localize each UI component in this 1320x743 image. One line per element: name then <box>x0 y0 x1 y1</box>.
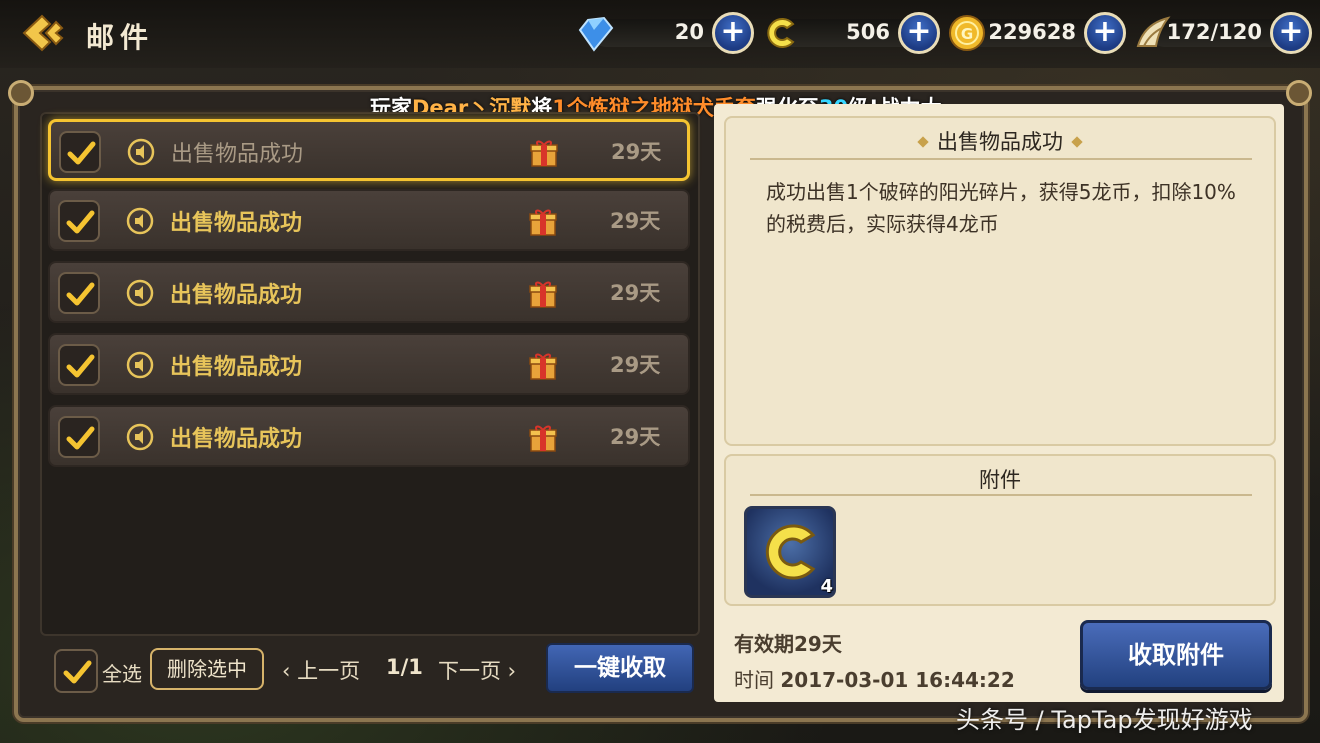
frame-ornament <box>1286 80 1312 106</box>
mail-checkbox[interactable] <box>59 131 101 173</box>
gift-icon <box>529 281 557 308</box>
next-page-button[interactable]: 下一页 › <box>438 655 516 685</box>
gold-coin-icon: G <box>949 15 985 51</box>
attachment-count: 4 <box>820 576 833 597</box>
select-all-checkbox[interactable] <box>54 649 98 693</box>
gift-icon <box>529 425 557 452</box>
checkmark-icon <box>66 426 95 450</box>
speaker-icon <box>126 207 154 235</box>
mail-time: 时间 2017-03-01 16:44:22 <box>734 668 1015 692</box>
checkmark-icon <box>66 354 95 378</box>
back-arrow-icon <box>22 14 64 52</box>
mail-content-box: 出售物品成功 成功出售1个破碎的阳光碎片，获得5龙币，扣除10%的税费后，实际获… <box>724 116 1276 446</box>
attachment-item[interactable]: 4 <box>744 506 836 598</box>
back-button[interactable] <box>22 14 64 52</box>
mail-checkbox[interactable] <box>58 416 100 458</box>
mail-row[interactable]: 出售物品成功 29天 <box>48 333 690 395</box>
select-all-label: 全选 <box>102 662 142 686</box>
diamond-ornament-icon <box>1071 136 1083 148</box>
diamond-ornament-icon <box>917 136 929 148</box>
divider <box>750 494 1252 496</box>
attachment-box: 附件 4 <box>724 454 1276 606</box>
page-indicator: 1/1 <box>386 655 423 679</box>
top-bar: 邮件 20 + 506 + G 229628 + 172/120 + <box>0 0 1320 68</box>
mail-days-remaining: 29天 <box>611 140 662 164</box>
stamina-value: 172/120 <box>1166 20 1262 44</box>
collect-attachment-button[interactable]: 收取附件 <box>1080 620 1272 690</box>
validity-text: 有效期29天 <box>734 632 842 656</box>
frame-ornament <box>8 80 34 106</box>
checkmark-icon <box>63 660 92 684</box>
mail-title: 出售物品成功 <box>170 355 303 380</box>
divider <box>750 158 1252 160</box>
mail-days-remaining: 29天 <box>610 281 661 305</box>
speaker-icon <box>126 279 154 307</box>
mail-checkbox[interactable] <box>58 272 100 314</box>
mail-title: 出售物品成功 <box>171 142 304 167</box>
speaker-icon <box>126 423 154 451</box>
dragon-coin-resource: 506 + <box>760 12 940 54</box>
mail-row[interactable]: 出售物品成功 29天 <box>48 189 690 251</box>
mail-detail-title: 出售物品成功 <box>726 126 1274 156</box>
speaker-icon <box>126 351 154 379</box>
diamond-resource: 20 + <box>574 12 754 54</box>
gift-icon <box>529 353 557 380</box>
mail-days-remaining: 29天 <box>610 353 661 377</box>
mail-row[interactable]: 出售物品成功 29天 <box>48 405 690 467</box>
mail-row[interactable]: 出售物品成功 29天 <box>48 261 690 323</box>
checkmark-icon <box>66 210 95 234</box>
add-stamina-button[interactable]: + <box>1270 12 1312 54</box>
mail-title: 出售物品成功 <box>170 211 303 236</box>
dragon-coin-value: 506 <box>846 20 890 44</box>
gift-icon <box>530 140 558 167</box>
add-dragon-coin-button[interactable]: + <box>898 12 940 54</box>
prev-page-button[interactable]: ‹ 上一页 <box>282 655 360 685</box>
collect-all-button[interactable]: 一键收取 <box>546 643 694 693</box>
page-title: 邮件 <box>86 21 155 54</box>
diamond-value: 20 <box>674 20 704 44</box>
mail-title: 出售物品成功 <box>170 283 303 308</box>
checkmark-icon <box>66 282 95 306</box>
dragon-coin-icon <box>767 18 795 48</box>
mail-checkbox[interactable] <box>58 344 100 386</box>
svg-text:G: G <box>961 25 973 43</box>
add-gold-button[interactable]: + <box>1084 12 1126 54</box>
add-diamond-button[interactable]: + <box>712 12 754 54</box>
mail-days-remaining: 29天 <box>610 425 661 449</box>
mail-days-remaining: 29天 <box>610 209 661 233</box>
stamina-resource: 172/120 + <box>1132 12 1312 54</box>
mail-row[interactable]: 出售物品成功 29天 <box>48 119 690 181</box>
delete-selected-button[interactable]: 删除选中 <box>150 648 264 690</box>
gift-icon <box>529 209 557 236</box>
speaker-icon <box>127 138 155 166</box>
attachment-header: 附件 <box>979 468 1021 492</box>
watermark: 头条号 / TapTap发现好游戏 <box>956 706 1253 734</box>
mail-list-controls: 全选 删除选中 ‹ 上一页 1/1 下一页 › 一键收取 <box>48 643 694 699</box>
checkmark-icon <box>67 141 96 165</box>
mail-checkbox[interactable] <box>58 200 100 242</box>
mail-body-text: 成功出售1个破碎的阳光碎片，获得5龙币，扣除10%的税费后，实际获得4龙币 <box>766 180 1236 236</box>
diamond-icon <box>578 16 614 52</box>
mail-title: 出售物品成功 <box>170 427 303 452</box>
gold-resource: G 229628 + <box>946 12 1126 54</box>
gold-value: 229628 <box>988 20 1076 44</box>
